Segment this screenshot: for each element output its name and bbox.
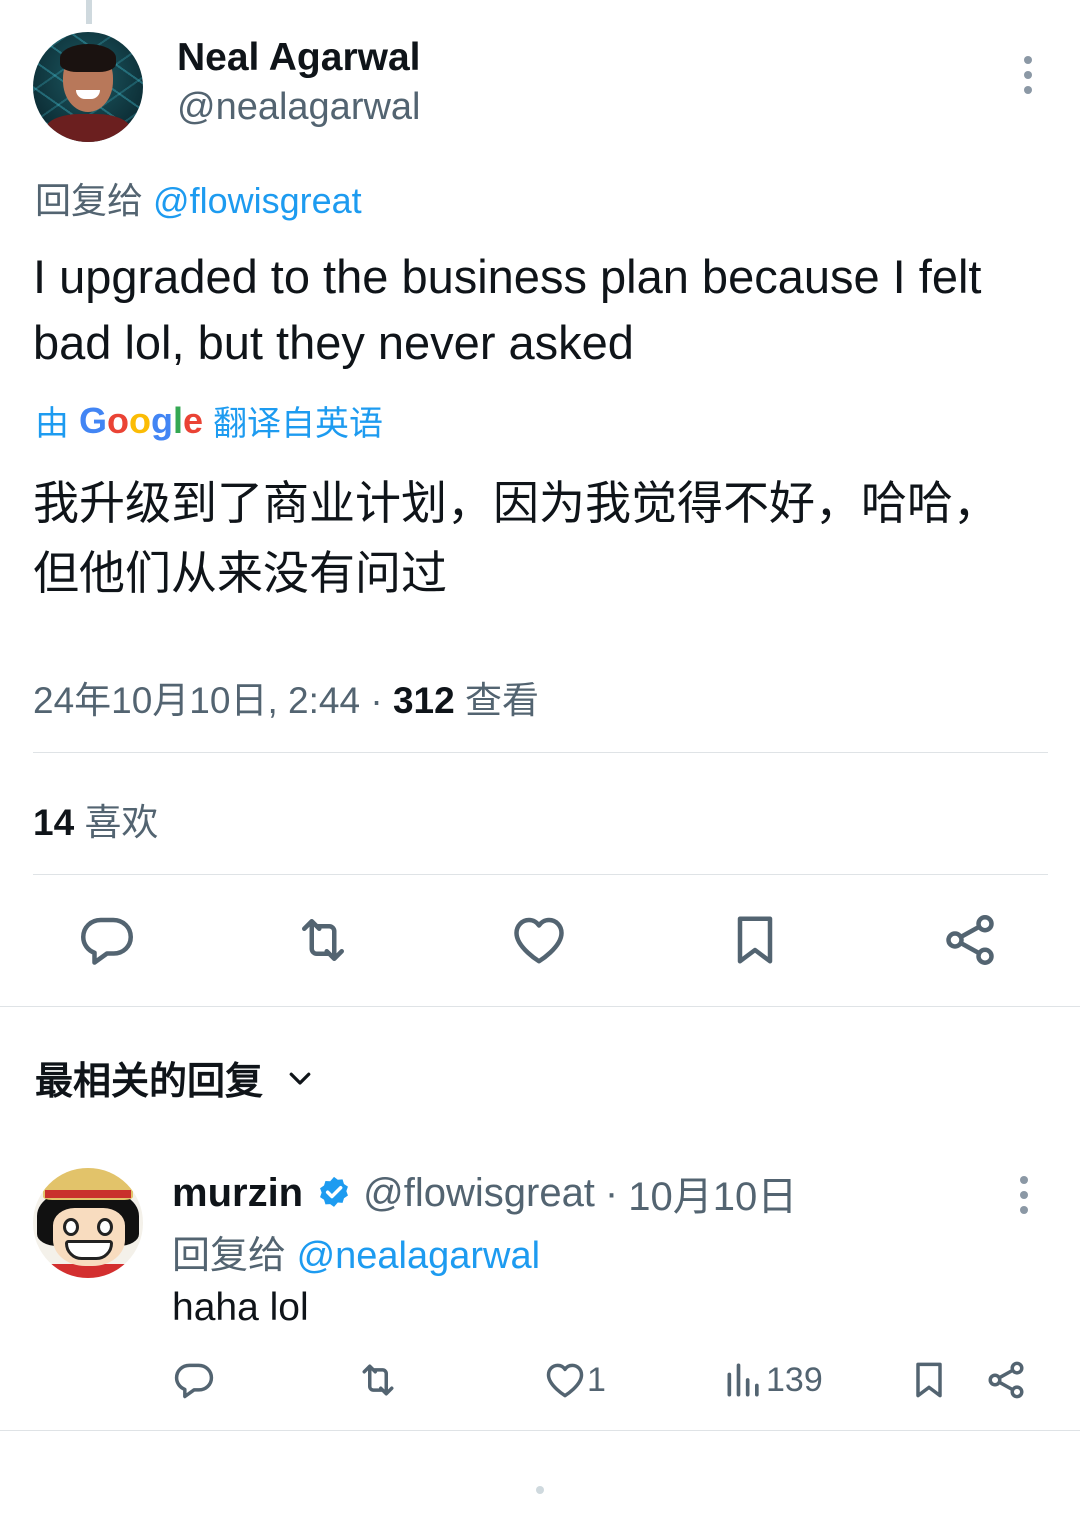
replies-sort-label: 最相关的回复 (35, 1061, 264, 1103)
translated-text: 我升级到了商业计划，因为我觉得不好，哈哈，但他们从来没有问过 (33, 477, 999, 599)
reply-author-handle[interactable]: @flowisgreat (363, 1171, 595, 1216)
heart-icon[interactable] (509, 910, 569, 970)
reply-header: murzin @flowisgreat · 10月10日 (172, 1164, 797, 1222)
reply-date[interactable]: 10月10日 (628, 1164, 797, 1222)
main-tweet-author: Neal Agarwal @nealagarwal (33, 32, 1048, 142)
reply-view-count: 139 (766, 1360, 823, 1399)
reply-bookmark-button[interactable] (907, 1358, 951, 1402)
reply-to-line: 回复给 @flowisgreat (35, 172, 362, 224)
retweet-icon (362, 1364, 394, 1396)
views-label: 查看 (464, 680, 539, 721)
google-logo: Google (79, 399, 204, 441)
reply-to-prefix: 回复给 (35, 180, 144, 221)
divider (33, 752, 1048, 753)
reply-icon[interactable] (77, 910, 137, 970)
loading-dot (536, 1486, 544, 1494)
views-count: 312 (392, 680, 455, 721)
bookmark-icon (916, 1362, 942, 1398)
reply-actions: 1 139 (0, 1358, 1080, 1408)
share-icon (988, 1361, 1024, 1399)
bottom-separator (0, 1430, 1080, 1431)
share-icon[interactable] (940, 910, 1000, 970)
reply-to-line: 回复给 @nealagarwal (172, 1224, 540, 1279)
views-bar-icon (727, 1363, 759, 1397)
heart-icon (546, 1363, 584, 1398)
translate-prefix: 由 (35, 405, 69, 443)
reply-author-avatar[interactable] (33, 1168, 143, 1278)
divider (33, 874, 1048, 875)
translate-suffix: 翻译自英语 (213, 405, 384, 443)
likes-count: 14 (33, 802, 75, 843)
reply-views-button[interactable]: 139 (722, 1358, 823, 1402)
likes-label: 喜欢 (84, 802, 159, 843)
reply-text: haha lol (172, 1286, 309, 1329)
more-options-icon[interactable] (1018, 1176, 1030, 1216)
reply-like-button[interactable]: 1 (543, 1358, 606, 1402)
author-name[interactable]: Neal Agarwal (177, 36, 420, 80)
tweet-text: I upgraded to the business plan because … (33, 250, 982, 369)
meta-separator: · (370, 680, 383, 721)
reply-separator: · (604, 1170, 619, 1215)
tweet-actions (0, 910, 1080, 974)
translation-attribution[interactable]: 由 Google 翻译自英语 (35, 396, 383, 445)
replies-sort-dropdown[interactable]: 最相关的回复 (35, 1050, 315, 1105)
reply-retweet-button[interactable] (356, 1358, 400, 1402)
reply-to-mention[interactable]: @flowisgreat (153, 180, 362, 221)
reply-to-prefix: 回复给 (172, 1235, 287, 1277)
tweet-meta: 24年10月10日, 2:44 · 312 查看 (33, 670, 539, 724)
retweet-icon[interactable] (293, 910, 353, 970)
section-separator (0, 1006, 1080, 1007)
more-options-icon[interactable] (1022, 56, 1034, 96)
bookmark-icon[interactable] (725, 910, 785, 970)
reply-like-count: 1 (587, 1360, 606, 1399)
reply-icon (174, 1363, 214, 1399)
reply-reply-button[interactable] (172, 1358, 216, 1402)
chevron-down-icon (289, 1072, 311, 1085)
author-avatar[interactable] (33, 32, 143, 142)
reply-share-button[interactable] (984, 1358, 1028, 1402)
reply-to-mention[interactable]: @nealagarwal (297, 1235, 541, 1277)
author-handle[interactable]: @nealagarwal (177, 86, 421, 129)
likes-summary[interactable]: 14 喜欢 (33, 792, 158, 846)
verified-badge-icon (320, 1176, 349, 1207)
reply-tweet[interactable]: murzin @flowisgreat · 10月10日 回复给 @nealag… (0, 1160, 1080, 1432)
thread-connector-line (86, 0, 92, 24)
tweet-timestamp[interactable]: 24年10月10日, 2:44 (33, 680, 360, 721)
reply-author-name[interactable]: murzin (172, 1171, 303, 1216)
